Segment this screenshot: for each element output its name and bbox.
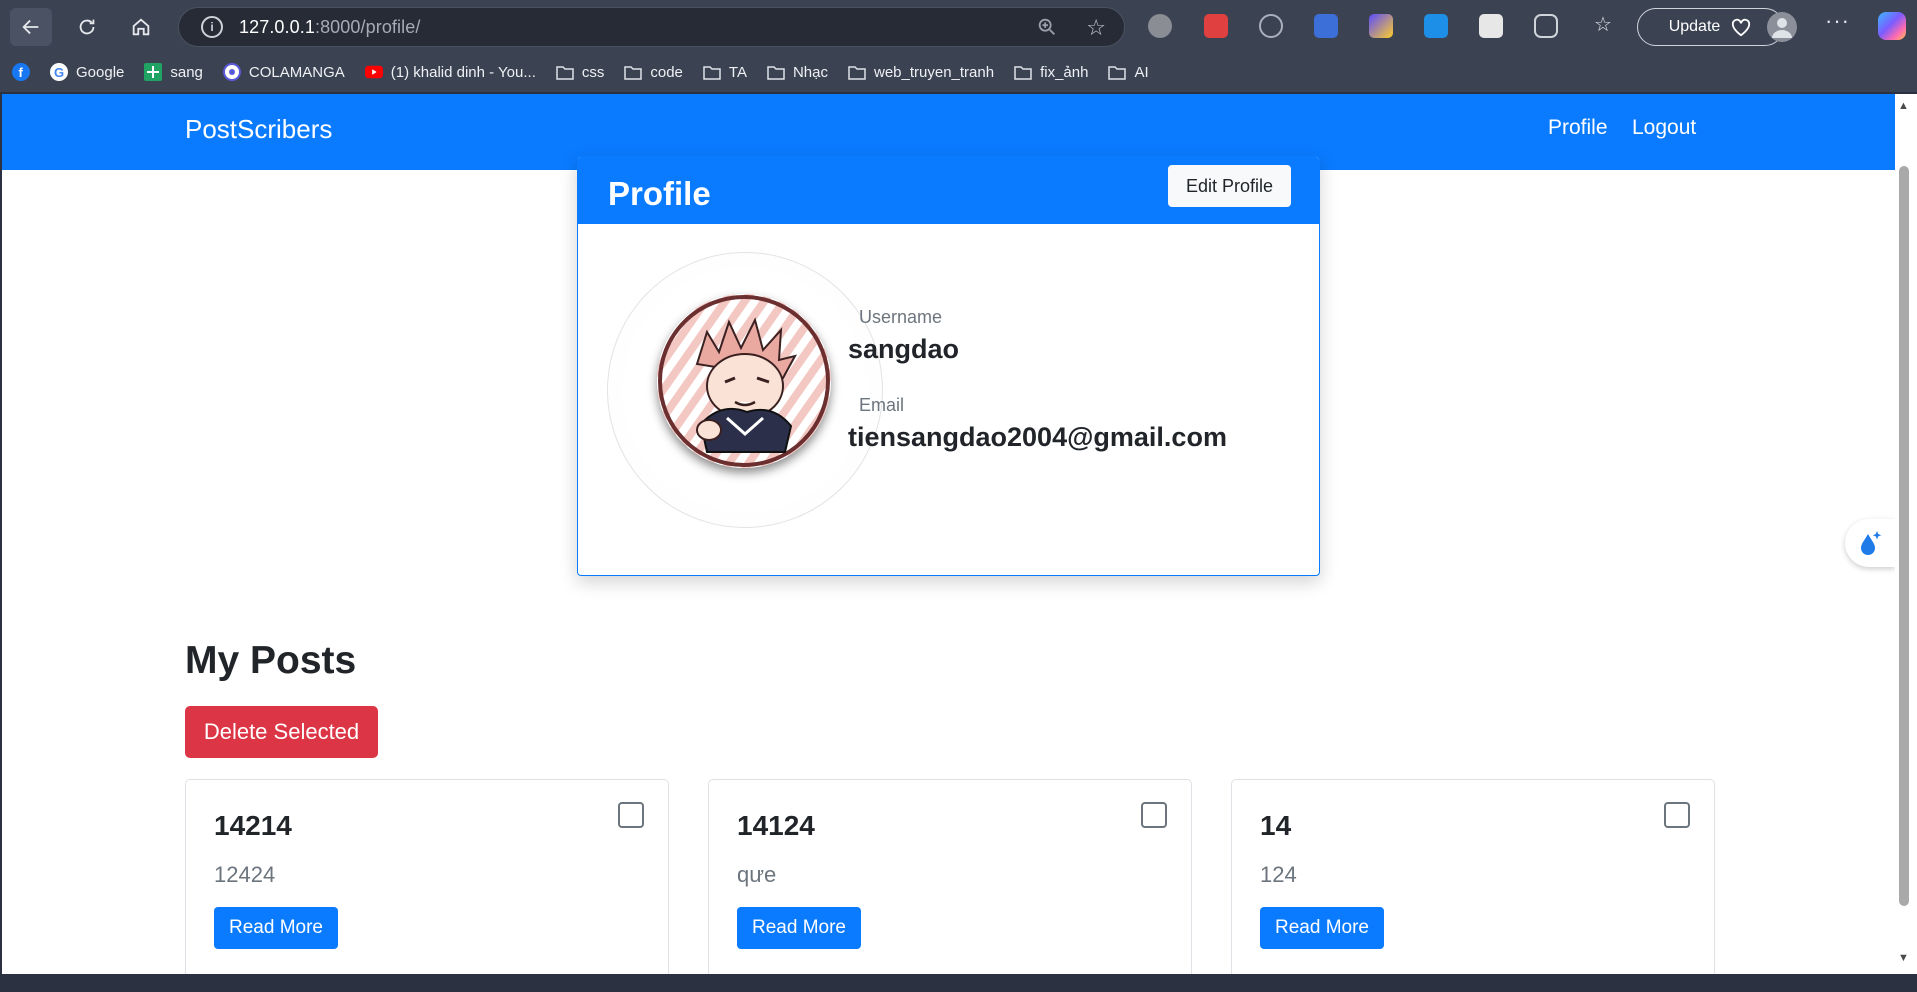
post-title: 14124 bbox=[737, 810, 815, 841]
scrollbar-thumb[interactable] bbox=[1899, 166, 1909, 906]
bookmark-folder-ai[interactable]: AI bbox=[1108, 63, 1149, 81]
svg-text:G: G bbox=[54, 65, 64, 80]
email-value: tiensangdao2004@gmail.com bbox=[848, 422, 1227, 452]
facebook-icon: f bbox=[12, 63, 30, 81]
bookmark-google[interactable]: G Google bbox=[50, 63, 124, 81]
post-select-checkbox[interactable] bbox=[1664, 802, 1690, 828]
posts-heading: My Posts bbox=[185, 639, 357, 682]
bookmark-colamanga[interactable]: COLAMANGA bbox=[222, 63, 345, 81]
post-card: 14 124 Read More bbox=[1231, 779, 1715, 974]
extensions-puzzle-icon[interactable] bbox=[1534, 14, 1558, 38]
post-title: 14 bbox=[1260, 810, 1292, 841]
folder-icon bbox=[1108, 63, 1127, 81]
post-select-checkbox[interactable] bbox=[618, 802, 644, 828]
avatar bbox=[657, 294, 831, 468]
browser-toolbar: i 127.0.0.1:8000/profile/ ☆ ☆ Update ··· bbox=[0, 0, 1917, 52]
page-viewport: PostScribers Profile Logout Profile Edit… bbox=[2, 94, 1895, 974]
scroll-up-arrow-icon[interactable]: ▲ bbox=[1898, 100, 1909, 112]
read-more-button[interactable]: Read More bbox=[737, 907, 861, 949]
floating-water-drop-button[interactable] bbox=[1845, 519, 1895, 567]
username-label: Username bbox=[859, 307, 943, 327]
zoom-icon[interactable] bbox=[1036, 16, 1058, 38]
arrow-left-icon bbox=[22, 19, 39, 35]
extension-translate-icon[interactable] bbox=[1314, 14, 1338, 38]
extension-circle-icon[interactable] bbox=[1148, 14, 1172, 38]
taskbar-strip bbox=[0, 974, 1917, 992]
back-button[interactable] bbox=[10, 8, 52, 46]
post-body: 124 bbox=[1260, 862, 1297, 887]
bookmark-folder-nhac[interactable]: Nhạc bbox=[767, 63, 828, 81]
update-button[interactable]: Update bbox=[1637, 8, 1784, 46]
extension-compass-icon[interactable] bbox=[1259, 14, 1283, 38]
profile-card-header: Profile Edit Profile bbox=[578, 157, 1319, 224]
edit-profile-button[interactable]: Edit Profile bbox=[1168, 165, 1291, 207]
folder-icon bbox=[848, 63, 866, 81]
read-more-button[interactable]: Read More bbox=[1260, 907, 1384, 949]
svg-text:f: f bbox=[19, 65, 24, 80]
favorites-icon[interactable]: ☆ bbox=[1594, 14, 1618, 38]
extension-colorful-icon[interactable] bbox=[1369, 14, 1393, 38]
site-info-icon[interactable]: i bbox=[201, 16, 223, 38]
colamanga-icon bbox=[222, 63, 241, 81]
post-select-checkbox[interactable] bbox=[1141, 802, 1167, 828]
sheets-icon bbox=[144, 63, 163, 81]
folder-icon bbox=[767, 63, 785, 81]
browser-profile-avatar[interactable] bbox=[1767, 12, 1797, 42]
bookmark-folder-ta[interactable]: TA bbox=[703, 63, 747, 81]
nav-logout-link[interactable]: Logout bbox=[1632, 116, 1696, 140]
copilot-icon[interactable] bbox=[1878, 12, 1906, 40]
read-more-button[interactable]: Read More bbox=[214, 907, 338, 949]
bookmark-folder-code[interactable]: code bbox=[624, 63, 683, 81]
post-body: 12424 bbox=[214, 862, 276, 887]
folder-icon bbox=[556, 63, 574, 81]
post-card: 14214 12424 Read More bbox=[185, 779, 669, 974]
google-icon: G bbox=[50, 63, 68, 81]
extension-red-icon[interactable] bbox=[1204, 14, 1228, 38]
url-text[interactable]: 127.0.0.1:8000/profile/ bbox=[239, 17, 420, 38]
download-extension-icon[interactable] bbox=[1424, 14, 1448, 38]
extension-tools-icon[interactable] bbox=[1479, 14, 1503, 38]
home-icon bbox=[132, 18, 150, 36]
post-card: 14124 qưe Read More bbox=[708, 779, 1192, 974]
bookmark-folder-css[interactable]: css bbox=[556, 63, 604, 81]
reload-icon bbox=[79, 19, 95, 35]
nav-profile-link[interactable]: Profile bbox=[1548, 116, 1608, 140]
home-button[interactable] bbox=[120, 8, 162, 46]
delete-selected-button[interactable]: Delete Selected bbox=[185, 706, 378, 758]
profile-title: Profile bbox=[608, 175, 711, 212]
bookmark-youtube[interactable]: (1) khalid dinh - You... bbox=[364, 63, 536, 81]
bookmark-folder-fix-anh[interactable]: fix_ảnh bbox=[1014, 63, 1088, 81]
youtube-icon bbox=[364, 63, 383, 81]
reload-button[interactable] bbox=[66, 8, 108, 46]
folder-icon bbox=[1014, 63, 1032, 81]
scroll-down-arrow-icon[interactable]: ▼ bbox=[1898, 952, 1909, 964]
address-bar[interactable]: i 127.0.0.1:8000/profile/ ☆ bbox=[178, 7, 1125, 47]
profile-card: Profile Edit Profile Username sangdao Em… bbox=[577, 156, 1320, 576]
bookmark-sang[interactable]: sang bbox=[144, 63, 203, 81]
water-drop-sparkle-icon bbox=[1861, 531, 1882, 555]
site-brand[interactable]: PostScribers bbox=[185, 114, 332, 145]
bookmarks-bar: f G Google sang COLAMANGA (1) khalid din… bbox=[0, 52, 1917, 92]
folder-icon bbox=[703, 63, 721, 81]
username-value: sangdao bbox=[848, 334, 960, 364]
update-heart-icon bbox=[1732, 18, 1751, 37]
favorite-star-icon[interactable]: ☆ bbox=[1086, 15, 1106, 41]
post-title: 14214 bbox=[214, 810, 292, 841]
folder-icon bbox=[624, 63, 643, 81]
post-body: qưe bbox=[737, 862, 777, 887]
more-menu-icon[interactable]: ··· bbox=[1825, 8, 1850, 34]
bookmark-folder-web-truyen-tranh[interactable]: web_truyen_tranh bbox=[848, 63, 994, 81]
avatar-illustration bbox=[657, 294, 831, 468]
bookmark-facebook[interactable]: f bbox=[12, 63, 30, 81]
email-label: Email bbox=[859, 395, 905, 415]
